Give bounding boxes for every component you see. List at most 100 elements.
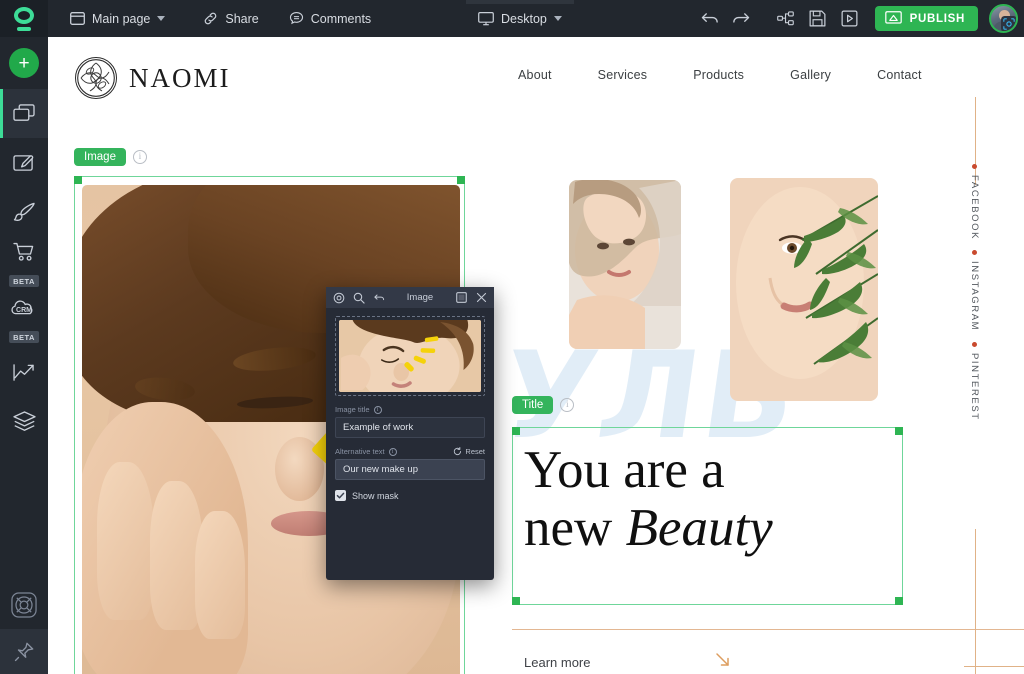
device-label: Desktop: [501, 11, 547, 26]
gallery-image-2[interactable]: [730, 178, 878, 401]
image-preview-frame[interactable]: [335, 316, 485, 396]
social-rail-line-tail: [975, 592, 976, 674]
weblium-logo-icon: [11, 6, 37, 32]
search-icon[interactable]: [351, 290, 366, 305]
site-brand[interactable]: NAOMI: [75, 57, 231, 99]
image-block-badge: Image i: [74, 148, 147, 166]
add-button-label: +: [18, 52, 30, 74]
pin-icon: [14, 642, 33, 662]
publish-label: PUBLISH: [909, 12, 965, 25]
nav-link-contact[interactable]: Contact: [877, 68, 921, 82]
sidebar-item-analytics[interactable]: [0, 348, 48, 397]
sidebar-item-pin-panel[interactable]: [0, 629, 48, 674]
info-circle-icon[interactable]: i: [132, 150, 147, 164]
show-mask-checkbox-row[interactable]: Show mask: [335, 490, 485, 501]
nav-link-gallery[interactable]: Gallery: [790, 68, 831, 82]
shopping-cart-icon: [12, 242, 33, 261]
sitemap-button[interactable]: [771, 4, 801, 34]
device-selector[interactable]: Desktop: [468, 0, 572, 37]
close-x-icon[interactable]: [474, 290, 489, 305]
arrow-down-right-icon[interactable]: [714, 651, 732, 672]
top-toolbar: Main page Share Comments Desktop PUBLISH: [0, 0, 1024, 37]
crm-cloud-icon: CRM: [11, 300, 33, 315]
alt-text-input[interactable]: [335, 459, 485, 480]
title-block-badge: Title i: [512, 396, 575, 414]
app-logo-button[interactable]: [0, 0, 48, 37]
add-block-button[interactable]: +: [9, 48, 39, 78]
title-badge-label[interactable]: Title: [512, 396, 554, 414]
title-handle-br[interactable]: [895, 597, 903, 605]
panel-title: Image: [406, 292, 434, 303]
undo-arrow-icon: [701, 12, 718, 23]
learn-more-link[interactable]: Learn more: [524, 655, 590, 670]
info-circle-icon[interactable]: i: [373, 405, 382, 414]
image-badge-label[interactable]: Image: [74, 148, 126, 166]
social-link-pinterest[interactable]: PINTEREST: [969, 353, 980, 421]
social-link-facebook[interactable]: FACEBOOK: [969, 175, 980, 240]
pencil-square-icon: [13, 154, 34, 171]
preview-play-icon: [841, 10, 858, 27]
show-mask-label: Show mask: [352, 490, 399, 501]
publish-monitor-icon: [884, 11, 902, 24]
user-avatar[interactable]: [989, 4, 1018, 33]
social-link-instagram[interactable]: INSTAGRAM: [969, 261, 980, 331]
alt-text-label: Alternative text: [335, 447, 385, 456]
nav-link-services[interactable]: Services: [598, 68, 648, 82]
nav-link-products[interactable]: Products: [693, 68, 744, 82]
sidebar-item-ecommerce[interactable]: BETA: [0, 236, 48, 292]
floral-circle-logo-icon: [75, 57, 117, 99]
checkbox-checked-icon[interactable]: [335, 490, 346, 501]
chevron-down-icon: [157, 16, 166, 21]
sidebar-item-help[interactable]: [0, 580, 48, 629]
info-circle-icon[interactable]: i: [560, 398, 575, 412]
image-editor-panel[interactable]: Image Image title i Example of work Alte…: [326, 287, 494, 580]
image-preview-thumbnail[interactable]: [339, 320, 481, 392]
hero-title[interactable]: You are a new Beauty: [524, 441, 884, 558]
preview-button[interactable]: [835, 4, 865, 34]
save-button[interactable]: [803, 4, 833, 34]
panel-header[interactable]: Image: [326, 287, 494, 308]
floppy-save-icon: [809, 10, 826, 27]
title-handle-tr[interactable]: [895, 427, 903, 435]
beta-badge-ecommerce: BETA: [9, 275, 39, 287]
pages-stack-icon: [13, 103, 35, 121]
selection-handle-tl[interactable]: [74, 176, 82, 184]
line-chart-icon: [12, 364, 34, 381]
sidebar-item-layers[interactable]: [0, 397, 48, 446]
publish-button[interactable]: PUBLISH: [874, 6, 978, 31]
undo-button[interactable]: [695, 4, 725, 34]
monitor-icon: [478, 11, 494, 26]
layers-icon: [12, 411, 36, 431]
share-label: Share: [225, 11, 259, 26]
info-circle-icon[interactable]: i: [388, 447, 397, 456]
hero-title-line-1: You are a: [524, 441, 725, 499]
gear-icon[interactable]: [331, 290, 346, 305]
page-canvas[interactable]: УЛЬ NAOMI About Services Products Galler…: [48, 37, 1024, 674]
page-selector-label: Main page: [92, 11, 151, 26]
face-scan-badge-icon: [1001, 16, 1016, 31]
selection-handle-tr[interactable]: [457, 176, 465, 184]
comments-button[interactable]: Comments: [279, 0, 381, 37]
undo-arrow-icon[interactable]: [371, 290, 386, 305]
link-icon: [203, 11, 218, 26]
maximize-square-icon[interactable]: [454, 290, 469, 305]
social-rail-cross-line: [964, 666, 1024, 667]
reset-circular-arrow-icon: [454, 447, 462, 456]
gallery-image-1[interactable]: [569, 180, 681, 349]
title-handle-tl[interactable]: [512, 427, 520, 435]
share-button[interactable]: Share: [193, 0, 268, 37]
title-handle-bl[interactable]: [512, 597, 520, 605]
social-rail-line-top: [975, 97, 976, 185]
sidebar-item-design[interactable]: [0, 187, 48, 236]
sidebar-item-editor[interactable]: [0, 138, 48, 187]
sidebar-item-crm[interactable]: CRM BETA: [0, 292, 48, 348]
sidebar-item-pages[interactable]: [0, 89, 48, 138]
svg-text:CRM: CRM: [16, 307, 32, 314]
redo-button[interactable]: [727, 4, 757, 34]
reset-button[interactable]: Reset: [453, 447, 485, 456]
nav-link-about[interactable]: About: [518, 68, 552, 82]
paintbrush-icon: [13, 202, 35, 221]
image-title-input[interactable]: [335, 417, 485, 438]
page-selector[interactable]: Main page: [60, 0, 175, 37]
image-title-label: Image title: [335, 405, 370, 414]
